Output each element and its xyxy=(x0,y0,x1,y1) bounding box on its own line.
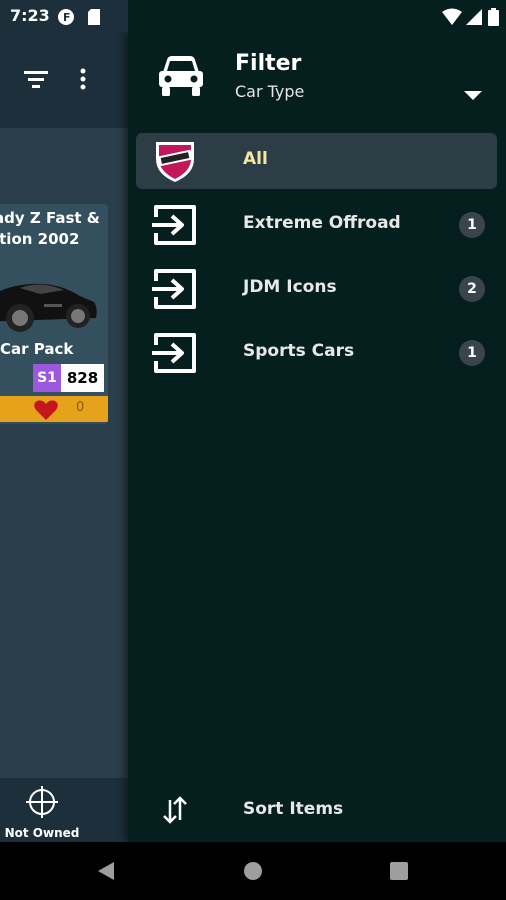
home-icon[interactable] xyxy=(244,862,262,884)
sd-card-icon xyxy=(87,8,101,30)
filter-item-jdm-icons[interactable]: JDM Icons 2 xyxy=(136,261,497,317)
filter-item-label: Sports Cars xyxy=(243,341,355,361)
background-toolbar xyxy=(0,32,128,128)
more-options-icon[interactable] xyxy=(80,68,86,94)
status-bar-right xyxy=(128,0,506,32)
heart-icon[interactable] xyxy=(34,400,58,424)
count-badge: 1 xyxy=(459,212,485,238)
not-owned-label: Not Owned xyxy=(4,826,80,840)
drawer-subtitle: Car Type xyxy=(235,82,305,101)
car-image xyxy=(0,256,108,344)
filter-item-label: Extreme Offroad xyxy=(243,213,401,233)
filter-item-label: JDM Icons xyxy=(243,277,337,297)
filter-item-label: All xyxy=(243,149,268,169)
battery-icon xyxy=(488,8,499,30)
wifi-icon xyxy=(442,8,462,30)
count-badge: 2 xyxy=(459,276,485,302)
back-icon[interactable] xyxy=(96,861,116,885)
background-bottom-nav: Not Owned xyxy=(0,778,128,842)
car-card-pack: Car Pack xyxy=(0,340,74,358)
navigation-bar xyxy=(0,842,506,900)
car-card[interactable]: ady Z Fast & ition 2002 Car Pack S1 828 … xyxy=(0,204,108,424)
filter-item-sports-cars[interactable]: Sports Cars 1 xyxy=(136,325,497,381)
car-card-title-line1: ady Z Fast & xyxy=(0,209,100,227)
sort-icon xyxy=(162,796,188,828)
recents-icon[interactable] xyxy=(390,862,408,884)
filter-item-all[interactable]: All xyxy=(136,133,497,189)
signal-icon xyxy=(465,8,483,30)
forza-logo-icon xyxy=(152,139,198,183)
enter-icon xyxy=(152,267,198,311)
status-bar-left: 7:23 F xyxy=(0,0,128,32)
status-bar: 7:23 F xyxy=(0,0,506,32)
sort-items-row[interactable]: Sort Items xyxy=(128,782,506,838)
filter-list-icon[interactable] xyxy=(24,70,48,92)
app-notification-icon: F xyxy=(57,8,75,30)
car-card-title: ady Z Fast & ition 2002 xyxy=(0,208,108,250)
filter-drawer: Filter Car Type All Extreme Offroad 1 JD… xyxy=(128,32,506,842)
sort-items-label: Sort Items xyxy=(243,799,344,819)
status-time: 7:23 xyxy=(10,6,50,25)
drawer-title: Filter xyxy=(235,51,302,76)
filter-item-extreme-offroad[interactable]: Extreme Offroad 1 xyxy=(136,197,497,253)
count-badge: 1 xyxy=(459,340,485,366)
crosshair-icon[interactable] xyxy=(26,786,58,822)
car-card-title-line2: ition 2002 xyxy=(0,230,80,248)
likes-count: 0 xyxy=(76,400,85,415)
background-app: ady Z Fast & ition 2002 Car Pack S1 828 … xyxy=(0,32,128,842)
enter-icon xyxy=(152,203,198,247)
car-pi-value: 828 xyxy=(61,364,104,392)
enter-icon xyxy=(152,331,198,375)
car-class-badge: S1 xyxy=(33,364,61,392)
dropdown-arrow-icon[interactable] xyxy=(464,91,482,100)
car-icon xyxy=(158,54,204,102)
svg-text:F: F xyxy=(63,11,71,24)
